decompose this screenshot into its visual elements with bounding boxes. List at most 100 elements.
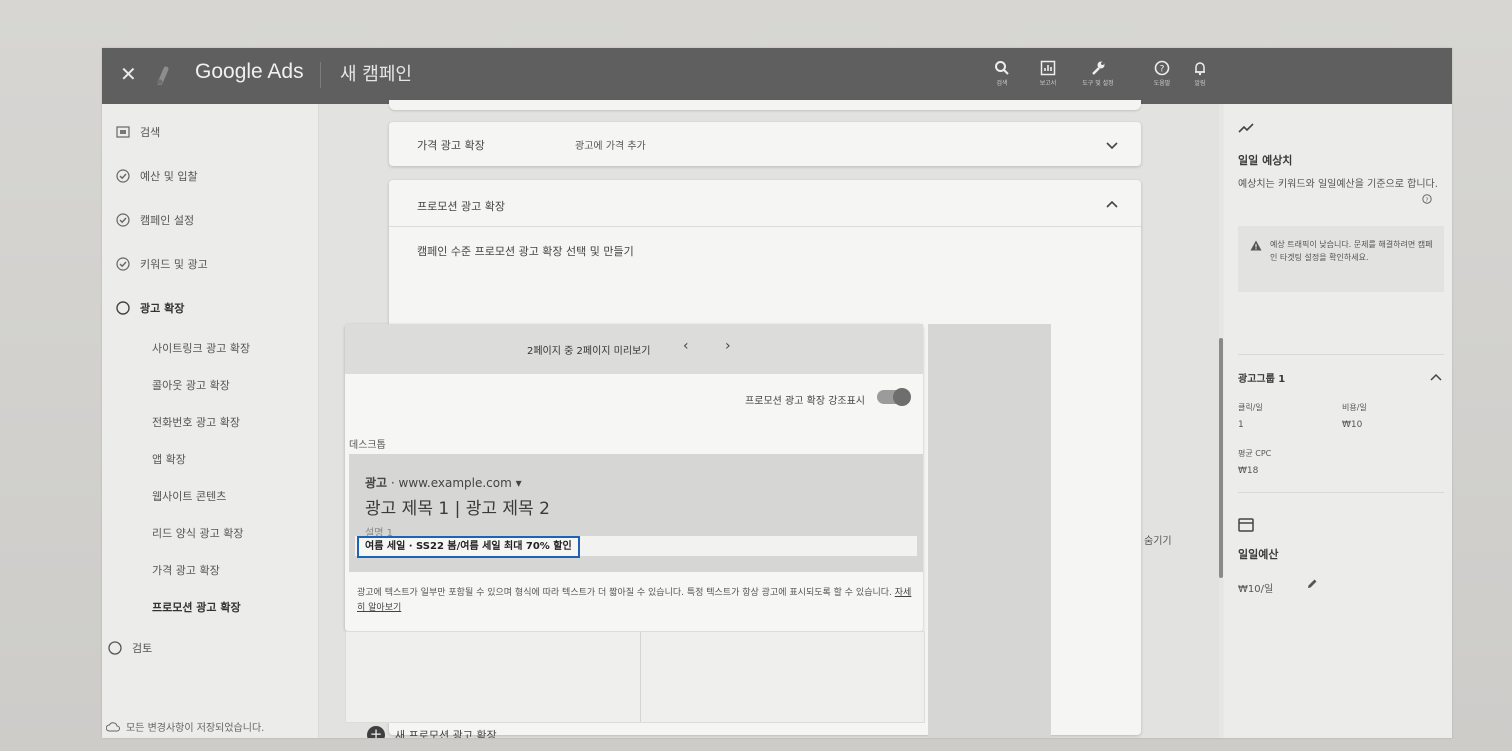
browser-icon bbox=[116, 126, 130, 138]
estimates-title: 일일 예상치 bbox=[1238, 154, 1293, 167]
hide-button[interactable]: 숨기기 bbox=[1144, 532, 1172, 547]
preview-header: 2페이지 중 2페이지 미리보기 ‹ › bbox=[345, 324, 923, 374]
divider bbox=[389, 226, 1141, 227]
tool-label: 도움말 bbox=[1153, 80, 1171, 87]
report-tool-button[interactable]: 보고서 bbox=[1028, 60, 1068, 87]
nav-item-campaign-settings[interactable]: 캠페인 설정 bbox=[116, 212, 194, 228]
clicks-value: 1 bbox=[1238, 420, 1244, 430]
promotion-table bbox=[345, 631, 925, 723]
price-extension-card[interactable]: 가격 광고 확장 광고에 가격 추가 bbox=[389, 122, 1141, 166]
chevron-right-icon[interactable]: › bbox=[1238, 734, 1245, 738]
preview-disclaimer: 광고에 텍스트가 일부만 포함될 수 있으며 형식에 따라 텍스트가 더 짧아질… bbox=[357, 586, 917, 616]
ad-meta: 광고 · www.example.com ▾ bbox=[365, 474, 522, 491]
top-app-bar: ✕ Google Ads 새 캠페인 검색 보고서 도구 및 설정 ? 도움말 … bbox=[102, 48, 1452, 104]
close-icon[interactable]: ✕ bbox=[120, 62, 137, 86]
help-icon[interactable]: ? bbox=[1422, 194, 1432, 204]
tool-label: 검색 bbox=[996, 80, 1008, 87]
divider bbox=[640, 632, 641, 722]
nav-item-label: 캠페인 설정 bbox=[140, 214, 195, 227]
scrollbar-thumb[interactable] bbox=[1219, 338, 1223, 578]
card-title: 가격 광고 확장 bbox=[417, 139, 485, 152]
nav-item-budget-bidding[interactable]: 예산 및 입찰 bbox=[116, 168, 198, 184]
clicks-label: 클릭/일 bbox=[1238, 403, 1263, 412]
ad-mock: 광고 · www.example.com ▾ 광고 제목 1 | 광고 제목 2… bbox=[349, 454, 923, 572]
chevron-left-icon[interactable]: ‹ bbox=[683, 338, 689, 354]
sub-item-lead-form[interactable]: 리드 양식 광고 확장 bbox=[152, 525, 243, 541]
card-title: 프로모션 광고 확장 bbox=[417, 200, 505, 213]
sub-item-app[interactable]: 앱 확장 bbox=[152, 451, 186, 467]
brand-name: Google Ads bbox=[195, 60, 304, 83]
warning-box: 예상 트래픽이 낮습니다. 문제를 해결하려면 캠페인 타겟팅 설정을 확인하세… bbox=[1238, 226, 1444, 292]
report-icon bbox=[1040, 60, 1056, 76]
tools-settings-button[interactable]: 도구 및 설정 bbox=[1078, 60, 1118, 87]
check-circle-icon bbox=[116, 213, 130, 227]
previous-card-edge bbox=[389, 100, 1141, 110]
add-icon: + bbox=[367, 726, 385, 738]
warning-text: 예상 트래픽이 낮습니다. 문제를 해결하려면 캠페인 타겟팅 설정을 확인하세… bbox=[1270, 240, 1433, 262]
sub-item-sitelink[interactable]: 사이트링크 광고 확장 bbox=[152, 340, 250, 356]
sub-item-call[interactable]: 전화번호 광고 확장 bbox=[152, 414, 240, 430]
cloud-check-icon bbox=[106, 721, 120, 731]
adgroup-title: 광고그룹 1 bbox=[1238, 374, 1286, 385]
ad-badge: 광고 bbox=[365, 476, 388, 490]
cpc-value: ₩18 bbox=[1238, 466, 1259, 476]
cost-value: ₩10 bbox=[1342, 420, 1363, 430]
notifications-button[interactable]: 알림 bbox=[1180, 60, 1220, 87]
new-promotion-label: 새 프로모션 광고 확장 bbox=[395, 729, 497, 738]
nav-item-search[interactable]: 검색 bbox=[116, 124, 160, 140]
chevron-right-icon[interactable]: › bbox=[725, 338, 731, 354]
ad-headline: 광고 제목 1 | 광고 제목 2 bbox=[365, 499, 550, 519]
google-ads-logo-icon bbox=[157, 66, 169, 85]
circle-icon bbox=[116, 301, 130, 315]
nav-item-ad-extensions[interactable]: 광고 확장 bbox=[116, 300, 184, 316]
card-subtitle: 광고에 가격 추가 bbox=[575, 141, 646, 152]
budget-value: ₩10/일 bbox=[1238, 584, 1274, 595]
main-content: 가격 광고 확장 광고에 가격 추가 프로모션 광고 확장 캠페인 수준 프로모… bbox=[319, 100, 1219, 738]
sub-item-price[interactable]: 가격 광고 확장 bbox=[152, 562, 220, 578]
highlight-toggle[interactable] bbox=[877, 388, 911, 406]
wallet-icon bbox=[1238, 518, 1254, 532]
pencil-icon[interactable] bbox=[1306, 578, 1318, 590]
estimates-panel: 일일 예상치 예상치는 키워드와 일일예산을 기준으로 합니다. ? 예상 트래… bbox=[1224, 104, 1452, 738]
nav-item-review[interactable]: 검토 bbox=[108, 640, 152, 656]
nav-item-label: 광고 확장 bbox=[140, 302, 185, 315]
tool-label: 보고서 bbox=[1039, 80, 1057, 87]
nav-item-keywords-ads[interactable]: 키워드 및 광고 bbox=[116, 256, 208, 272]
estimates-description: 예상치는 키워드와 일일예산을 기준으로 합니다. bbox=[1238, 179, 1438, 190]
sub-item-website-content[interactable]: 웹사이트 콘텐츠 bbox=[152, 488, 226, 504]
svg-text:?: ? bbox=[1425, 197, 1428, 204]
circle-icon bbox=[108, 641, 122, 655]
trend-icon bbox=[1238, 123, 1254, 133]
nav-item-label: 검토 bbox=[132, 642, 153, 655]
promotion-highlight: 여름 세일 · SS22 봄/여름 세일 최대 70% 할인 bbox=[357, 536, 580, 558]
search-tool-button[interactable]: 검색 bbox=[982, 60, 1022, 87]
photo-background: ✕ Google Ads 새 캠페인 검색 보고서 도구 및 설정 ? 도움말 … bbox=[0, 0, 1512, 751]
search-icon bbox=[995, 61, 1009, 75]
google-ads-window: ✕ Google Ads 새 캠페인 검색 보고서 도구 및 설정 ? 도움말 … bbox=[102, 48, 1452, 738]
warning-icon bbox=[1250, 240, 1262, 251]
cost-label: 비용/일 bbox=[1342, 403, 1367, 412]
chevron-down-icon[interactable] bbox=[1105, 138, 1119, 152]
nav-item-label: 예산 및 입찰 bbox=[140, 170, 198, 183]
chevron-up-icon[interactable] bbox=[1105, 198, 1119, 212]
chevron-up-icon[interactable] bbox=[1430, 372, 1442, 382]
sub-item-callout[interactable]: 콜아웃 광고 확장 bbox=[152, 377, 230, 393]
card-subtitle: 캠페인 수준 프로모션 광고 확장 선택 및 만들기 bbox=[417, 245, 634, 258]
highlight-toggle-label: 프로모션 광고 확장 강조표시 bbox=[745, 396, 865, 407]
disclaimer-text: 광고에 텍스트가 일부만 포함될 수 있으며 형식에 따라 텍스트가 더 짧아질… bbox=[357, 588, 892, 598]
help-icon: ? bbox=[1154, 60, 1170, 76]
tool-label: 알림 bbox=[1194, 80, 1206, 87]
new-promotion-button[interactable]: + 새 프로모션 광고 확장 bbox=[367, 726, 497, 738]
svg-text:?: ? bbox=[1160, 65, 1165, 75]
save-status: 모든 변경사항이 저장되었습니다. bbox=[106, 719, 264, 734]
sub-item-promotion[interactable]: 프로모션 광고 확장 bbox=[152, 599, 241, 615]
help-tool-button[interactable]: ? 도움말 bbox=[1142, 60, 1182, 87]
wrench-icon bbox=[1092, 61, 1105, 75]
device-label: 데스크톱 bbox=[349, 440, 386, 451]
tool-label: 도구 및 설정 bbox=[1082, 80, 1114, 87]
check-circle-icon bbox=[116, 257, 130, 271]
check-circle-icon bbox=[116, 169, 130, 183]
campaign-title: 새 캠페인 bbox=[340, 64, 412, 85]
nav-item-label: 검색 bbox=[140, 126, 161, 139]
bell-icon bbox=[1195, 62, 1205, 76]
